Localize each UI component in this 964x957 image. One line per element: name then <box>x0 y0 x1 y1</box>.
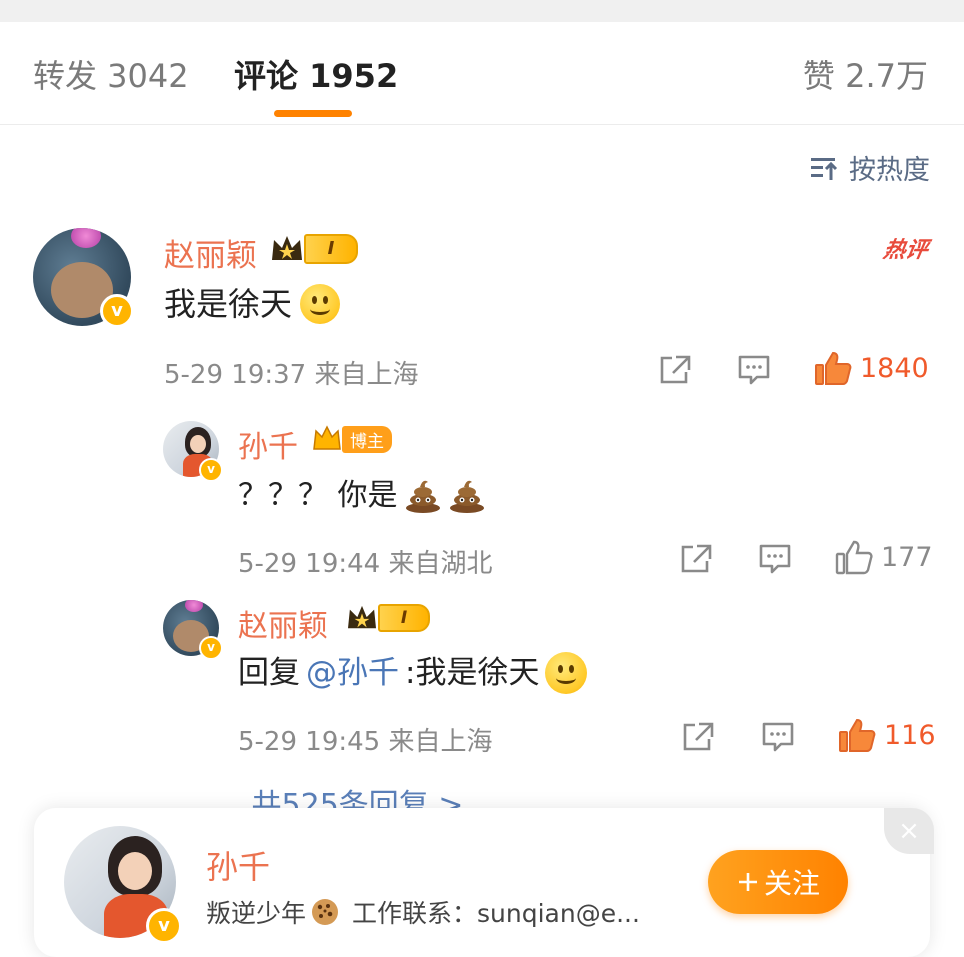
like-count: 1840 <box>860 352 929 384</box>
close-icon: × <box>898 816 920 846</box>
reply-text: :我是徐天 <box>405 655 540 691</box>
reply-time: 5-29 19:45 <box>238 727 381 757</box>
active-tab-indicator <box>274 110 352 117</box>
comment-author[interactable]: 赵丽颖 <box>164 230 257 275</box>
comment-location: 来自上海 <box>314 360 419 390</box>
tab-repost[interactable]: 转发 3042 <box>33 56 189 96</box>
reply-author[interactable]: 孙千 <box>238 422 298 466</box>
close-popup-button[interactable]: × <box>884 808 934 854</box>
reply-text-row: ？？？ 你是 <box>238 476 486 516</box>
verified-badge-icon: v <box>199 458 223 482</box>
reply-author[interactable]: 赵丽颖 <box>238 601 328 645</box>
reply-prefix: 回复 <box>238 655 300 691</box>
mention-link[interactable]: @孙千 <box>306 652 399 694</box>
plus-icon <box>738 873 757 891</box>
level-label: I <box>378 604 430 632</box>
reply-time: 5-29 19:44 <box>238 549 381 579</box>
reply-location: 来自上海 <box>388 727 493 757</box>
reply-button[interactable] <box>761 721 795 753</box>
blogger-label: 博主 <box>342 425 392 453</box>
popup-name[interactable]: 孙千 <box>206 842 270 888</box>
share-icon <box>681 544 712 573</box>
level-badge: I <box>346 604 430 632</box>
reply-button[interactable] <box>758 543 792 575</box>
sort-control[interactable]: 按热度 <box>809 148 930 187</box>
share-button[interactable] <box>681 721 715 753</box>
sort-label: 按热度 <box>849 155 930 186</box>
crown-icon <box>313 425 341 450</box>
comment-time: 5-29 19:37 <box>164 360 307 390</box>
reply-meta: 5-29 19:44 来自湖北 <box>238 543 492 580</box>
follow-label: 关注 <box>763 867 820 900</box>
comment-text: 我是徐天 <box>164 285 293 323</box>
thumbs-up-icon <box>835 540 873 575</box>
verified-badge-icon: v <box>100 294 134 328</box>
blogger-badge: 博主 <box>312 425 392 453</box>
reply-location: 来自湖北 <box>388 549 493 579</box>
poop-emoji <box>449 480 484 513</box>
comment-meta: 5-29 19:37 来自上海 <box>164 354 418 391</box>
reply-text-row: 回复 @孙千 :我是徐天 <box>238 652 588 694</box>
poop-emoji <box>405 480 440 513</box>
share-icon <box>683 722 714 751</box>
smiley-emoji <box>545 652 588 694</box>
reply-text: ？？？ 你是 <box>238 478 398 513</box>
like-button[interactable]: 116 <box>838 717 936 753</box>
follow-popup-card: v 孙千 叛逆少年 工作联系：sunqian@e... 关注 <box>34 808 930 957</box>
share-icon <box>660 355 691 384</box>
share-button[interactable] <box>658 354 692 386</box>
tab-bar: 转发 3042 评论 1952 赞 2.7万 <box>0 22 964 125</box>
hot-comment-badge: 热评 <box>881 238 930 263</box>
sort-icon <box>811 157 838 180</box>
comment-icon <box>762 722 794 752</box>
like-button[interactable]: 1840 <box>814 350 929 386</box>
level-label: I <box>304 234 358 264</box>
bio-prefix: 叛逆少年 <box>206 899 307 928</box>
reply-button[interactable] <box>737 354 771 386</box>
crown-icon <box>272 236 302 260</box>
like-count: 116 <box>884 719 936 751</box>
tab-likes[interactable]: 赞 2.7万 <box>803 56 928 96</box>
verified-badge-icon: v <box>146 908 182 944</box>
level-badge: I <box>270 234 358 264</box>
bio-suffix: 工作联系：sunqian@e... <box>352 899 640 928</box>
share-button[interactable] <box>679 543 713 575</box>
comment-text-row: 我是徐天 <box>164 284 341 324</box>
comment-icon <box>759 544 791 574</box>
popup-bio: 叛逆少年 工作联系：sunqian@e... <box>206 894 640 930</box>
like-button[interactable]: 177 <box>835 539 933 575</box>
cookie-emoji <box>312 899 339 925</box>
comment-icon <box>738 355 770 385</box>
status-strip <box>0 0 964 22</box>
like-count: 177 <box>881 541 933 573</box>
verified-badge-icon: v <box>199 636 223 660</box>
tab-comments[interactable]: 评论 1952 <box>234 56 398 96</box>
crown-icon <box>348 605 376 629</box>
thumbs-up-icon <box>815 351 852 385</box>
follow-button[interactable]: 关注 <box>708 850 848 914</box>
reply-meta: 5-29 19:45 来自上海 <box>238 721 492 758</box>
smiley-emoji <box>300 284 341 324</box>
thumbs-up-icon <box>839 718 876 752</box>
